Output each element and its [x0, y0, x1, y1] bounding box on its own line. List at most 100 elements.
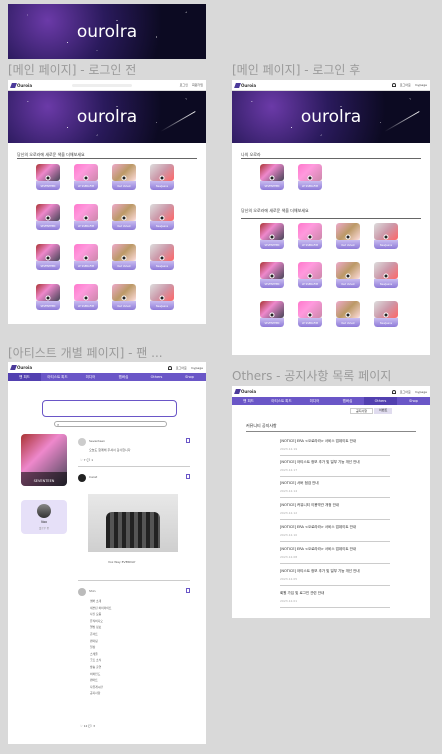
- artist-card[interactable]: LE SSERAFIM: [298, 223, 322, 249]
- post-card[interactable]: Seventeen 오늘도 함께해 주셔서 감사합니다 ♡ 7 💬 1: [78, 438, 190, 468]
- divider: [280, 541, 390, 542]
- artist-card[interactable]: NewJeans: [374, 262, 398, 288]
- post-card[interactable]: Carat Vox Way EVERDAY: [78, 474, 190, 582]
- tab-fan-feed[interactable]: 팬 피드: [232, 399, 265, 404]
- artist-card[interactable]: Red Velvet: [336, 262, 360, 288]
- bookmark-icon[interactable]: [186, 588, 190, 593]
- logo[interactable]: Ouroia: [234, 82, 256, 88]
- artist-card[interactable]: SEVENTEEN: [36, 244, 60, 270]
- list-item[interactable]: [NOTICE] 서버 점검 안내 2023.12.14: [280, 481, 390, 498]
- artist-card[interactable]: Red Velvet: [112, 244, 136, 270]
- artist-card[interactable]: LE SSERAFIM: [74, 204, 98, 230]
- artist-card[interactable]: LE SSERAFIM: [74, 244, 98, 270]
- list-item[interactable]: [NOTICE] 아티스트 정보 추가 및 일부 기능 개선 안내 2023.12…: [280, 460, 390, 477]
- frame-main-logged-in: Ouroia 로그아웃 mypage ourolra 나의 오로라 SEVENT…: [232, 80, 430, 355]
- tab-artist-feed[interactable]: 아티스트 피드: [265, 399, 298, 404]
- logo[interactable]: Ouroia: [10, 82, 32, 88]
- artist-card[interactable]: SEVENTEEN: [260, 164, 284, 190]
- mypage-link[interactable]: mypage: [415, 390, 427, 394]
- artist-card[interactable]: SEVENTEEN: [260, 223, 284, 249]
- list-item[interactable]: [NOTICE] 커뮤니티 이용약관 개정 안내 2023.12.12: [280, 503, 390, 520]
- list-item: 스케줄: [90, 651, 98, 656]
- list-item[interactable]: [NOTICE] 아티스트 정보 추가 및 일부 기능 개선 안내 2023.12…: [280, 569, 390, 586]
- post-compose-input[interactable]: [42, 400, 177, 417]
- logout-link[interactable]: 로그아웃: [176, 366, 187, 370]
- artist-card[interactable]: NewJeans: [374, 223, 398, 249]
- divider: [280, 476, 390, 477]
- notice-title[interactable]: [NOTICE] 서버 점검 안내: [280, 481, 390, 486]
- notice-title[interactable]: [NOTICE] 아티스트 정보 추가 및 일부 기능 개선 안내: [280, 460, 390, 465]
- bookmark-icon[interactable]: [186, 474, 190, 479]
- sub-tab-event[interactable]: 이벤트: [374, 408, 393, 414]
- artist-card[interactable]: NewJeans: [150, 204, 174, 230]
- recommend-title: 당신의 오로라에 새로운 색을 더해보세요: [241, 208, 309, 213]
- artist-card[interactable]: NewJeans: [150, 284, 174, 310]
- tab-membership[interactable]: 멤버십: [107, 375, 140, 380]
- tab-shop[interactable]: Shop: [397, 399, 430, 403]
- artist-card[interactable]: Red Velvet: [112, 204, 136, 230]
- logo[interactable]: Ouroia: [234, 389, 256, 394]
- artist-logo-icon: [307, 234, 313, 240]
- artist-card[interactable]: SEVENTEEN: [260, 301, 284, 327]
- sub-tab-notice[interactable]: 공지사항: [350, 408, 374, 414]
- tab-others[interactable]: Others: [364, 397, 397, 405]
- list-item[interactable]: [NOTICE] ERA <오로라라> 서비스 업데이트 안내 2023.12.1…: [280, 525, 390, 542]
- notice-title[interactable]: [NOTICE] 아티스트 정보 추가 및 일부 기능 개선 안내: [280, 569, 390, 574]
- bookmark-icon[interactable]: [186, 438, 190, 443]
- notice-title[interactable]: [NOTICE] ERA <오로라라> 서비스 업데이트 안내: [280, 525, 390, 530]
- artist-card[interactable]: Red Velvet: [112, 164, 136, 190]
- artist-card[interactable]: LE SSERAFIM: [298, 164, 322, 190]
- mypage-link[interactable]: mypage: [415, 83, 427, 87]
- list-item: 자유게시판: [90, 684, 103, 689]
- tab-media[interactable]: 미디어: [298, 399, 331, 404]
- notice-title[interactable]: [NOTICE] 커뮤니티 이용약관 개정 안내: [280, 503, 390, 508]
- tab-others[interactable]: Others: [140, 375, 173, 379]
- post-card[interactable]: Shin 멤버 소개 세븐틴 하이라이트 사진 모음 뮤직비디오 앨범 정보 콘…: [78, 588, 190, 738]
- notice-title[interactable]: [NOTICE] ERA <오로라라> 서비스 업데이트 안내: [280, 547, 390, 552]
- artist-card[interactable]: SEVENTEEN: [36, 284, 60, 310]
- artist-name-label: NewJeans: [155, 265, 169, 268]
- search-input[interactable]: [72, 83, 133, 87]
- tab-media[interactable]: 미디어: [74, 375, 107, 380]
- logo[interactable]: Ouroia: [10, 365, 32, 370]
- list-item[interactable]: 회원 가입 및 로그인 관련 안내 2023.12.01: [280, 591, 390, 608]
- artist-card[interactable]: SEVENTEEN: [260, 262, 284, 288]
- feed-search-input[interactable]: ⌕: [54, 421, 167, 427]
- artist-card[interactable]: SEVENTEEN: [36, 204, 60, 230]
- tab-fan-feed[interactable]: 팬 피드: [8, 373, 41, 381]
- tab-shop[interactable]: Shop: [173, 375, 206, 379]
- artist-card[interactable]: NewJeans: [374, 301, 398, 327]
- artist-card[interactable]: LE SSERAFIM: [74, 164, 98, 190]
- signup-link[interactable]: 회원가입: [192, 83, 203, 87]
- artist-name-label: NewJeans: [155, 225, 169, 228]
- artist-card[interactable]: Red Velvet: [112, 284, 136, 310]
- logout-link[interactable]: 로그아웃: [400, 83, 411, 87]
- notice-title[interactable]: 회원 가입 및 로그인 관련 안내: [280, 591, 390, 596]
- artist-card[interactable]: NewJeans: [150, 164, 174, 190]
- bell-icon[interactable]: [167, 365, 172, 370]
- artist-card[interactable]: Red Velvet: [336, 223, 360, 249]
- notice-date: 2023.12.01: [280, 599, 298, 603]
- tab-artist-feed[interactable]: 아티스트 피드: [41, 375, 74, 380]
- artist-name-label: SEVENTEEN: [264, 322, 280, 325]
- top-banner: ourolra: [8, 4, 206, 59]
- mypage-link[interactable]: mypage: [191, 366, 203, 370]
- artist-card[interactable]: NewJeans: [150, 244, 174, 270]
- artist-card[interactable]: LE SSERAFIM: [74, 284, 98, 310]
- artist-card[interactable]: SEVENTEEN: [36, 164, 60, 190]
- member-card[interactable]: Vox 팔로우 중: [21, 500, 67, 534]
- bell-icon[interactable]: [391, 83, 396, 87]
- logout-link[interactable]: 로그아웃: [400, 390, 411, 394]
- list-item[interactable]: [NOTICE] ERA <오로라라> 서비스 업데이트 안내 2023.12.0…: [280, 547, 390, 564]
- artist-card[interactable]: LE SSERAFIM: [298, 262, 322, 288]
- login-link[interactable]: 로그인: [180, 83, 188, 87]
- notice-title[interactable]: [NOTICE] ERA <오로라라> 서비스 업데이트 안내: [280, 439, 390, 444]
- list-item[interactable]: [NOTICE] ERA <오로라라> 서비스 업데이트 안내 2023.12.1…: [280, 439, 390, 456]
- tab-membership[interactable]: 멤버십: [331, 399, 364, 404]
- artist-name-label: LE SSERAFIM: [77, 185, 95, 188]
- artist-name-label: SEVENTEEN: [40, 185, 56, 188]
- bell-icon[interactable]: [391, 389, 396, 394]
- artist-logo-icon: [383, 234, 389, 240]
- artist-card[interactable]: Red Velvet: [336, 301, 360, 327]
- artist-card[interactable]: LE SSERAFIM: [298, 301, 322, 327]
